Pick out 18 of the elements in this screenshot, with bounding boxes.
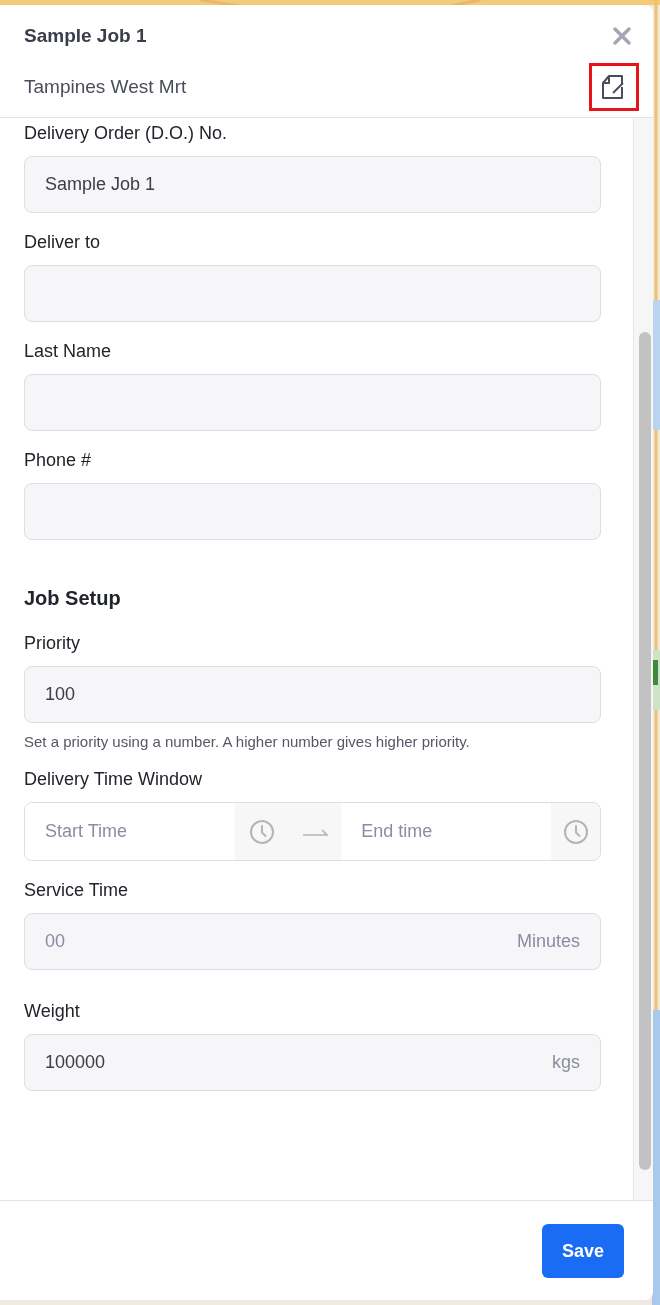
unit-label: Minutes: [516, 931, 580, 952]
section-heading: Job Setup: [24, 586, 122, 610]
field-label: Weight: [24, 1000, 81, 1022]
field-label: Deliver to: [24, 231, 102, 253]
input-field[interactable]: 100: [24, 666, 601, 723]
input-field[interactable]: Sample Job 1: [24, 156, 601, 213]
time-range-field[interactable]: Start Time End time: [24, 802, 601, 861]
field-label: Service Time: [24, 879, 130, 901]
field-label: Delivery Time Window: [24, 768, 204, 790]
field-label: Phone #: [24, 449, 93, 471]
save-button[interactable]: Save: [542, 1224, 624, 1278]
job-location: Tampines West Mrt: [24, 76, 187, 98]
help-text: Set a priority using a number. A higher number gives higher priority.: [24, 733, 471, 750]
field-label: Last Name: [24, 340, 113, 362]
job-title: Sample Job 1: [24, 25, 147, 47]
unit-label: kgs: [552, 1052, 580, 1073]
field-label: Priority: [24, 632, 81, 654]
field-label: Delivery Order (D.O.) No.: [24, 122, 229, 144]
